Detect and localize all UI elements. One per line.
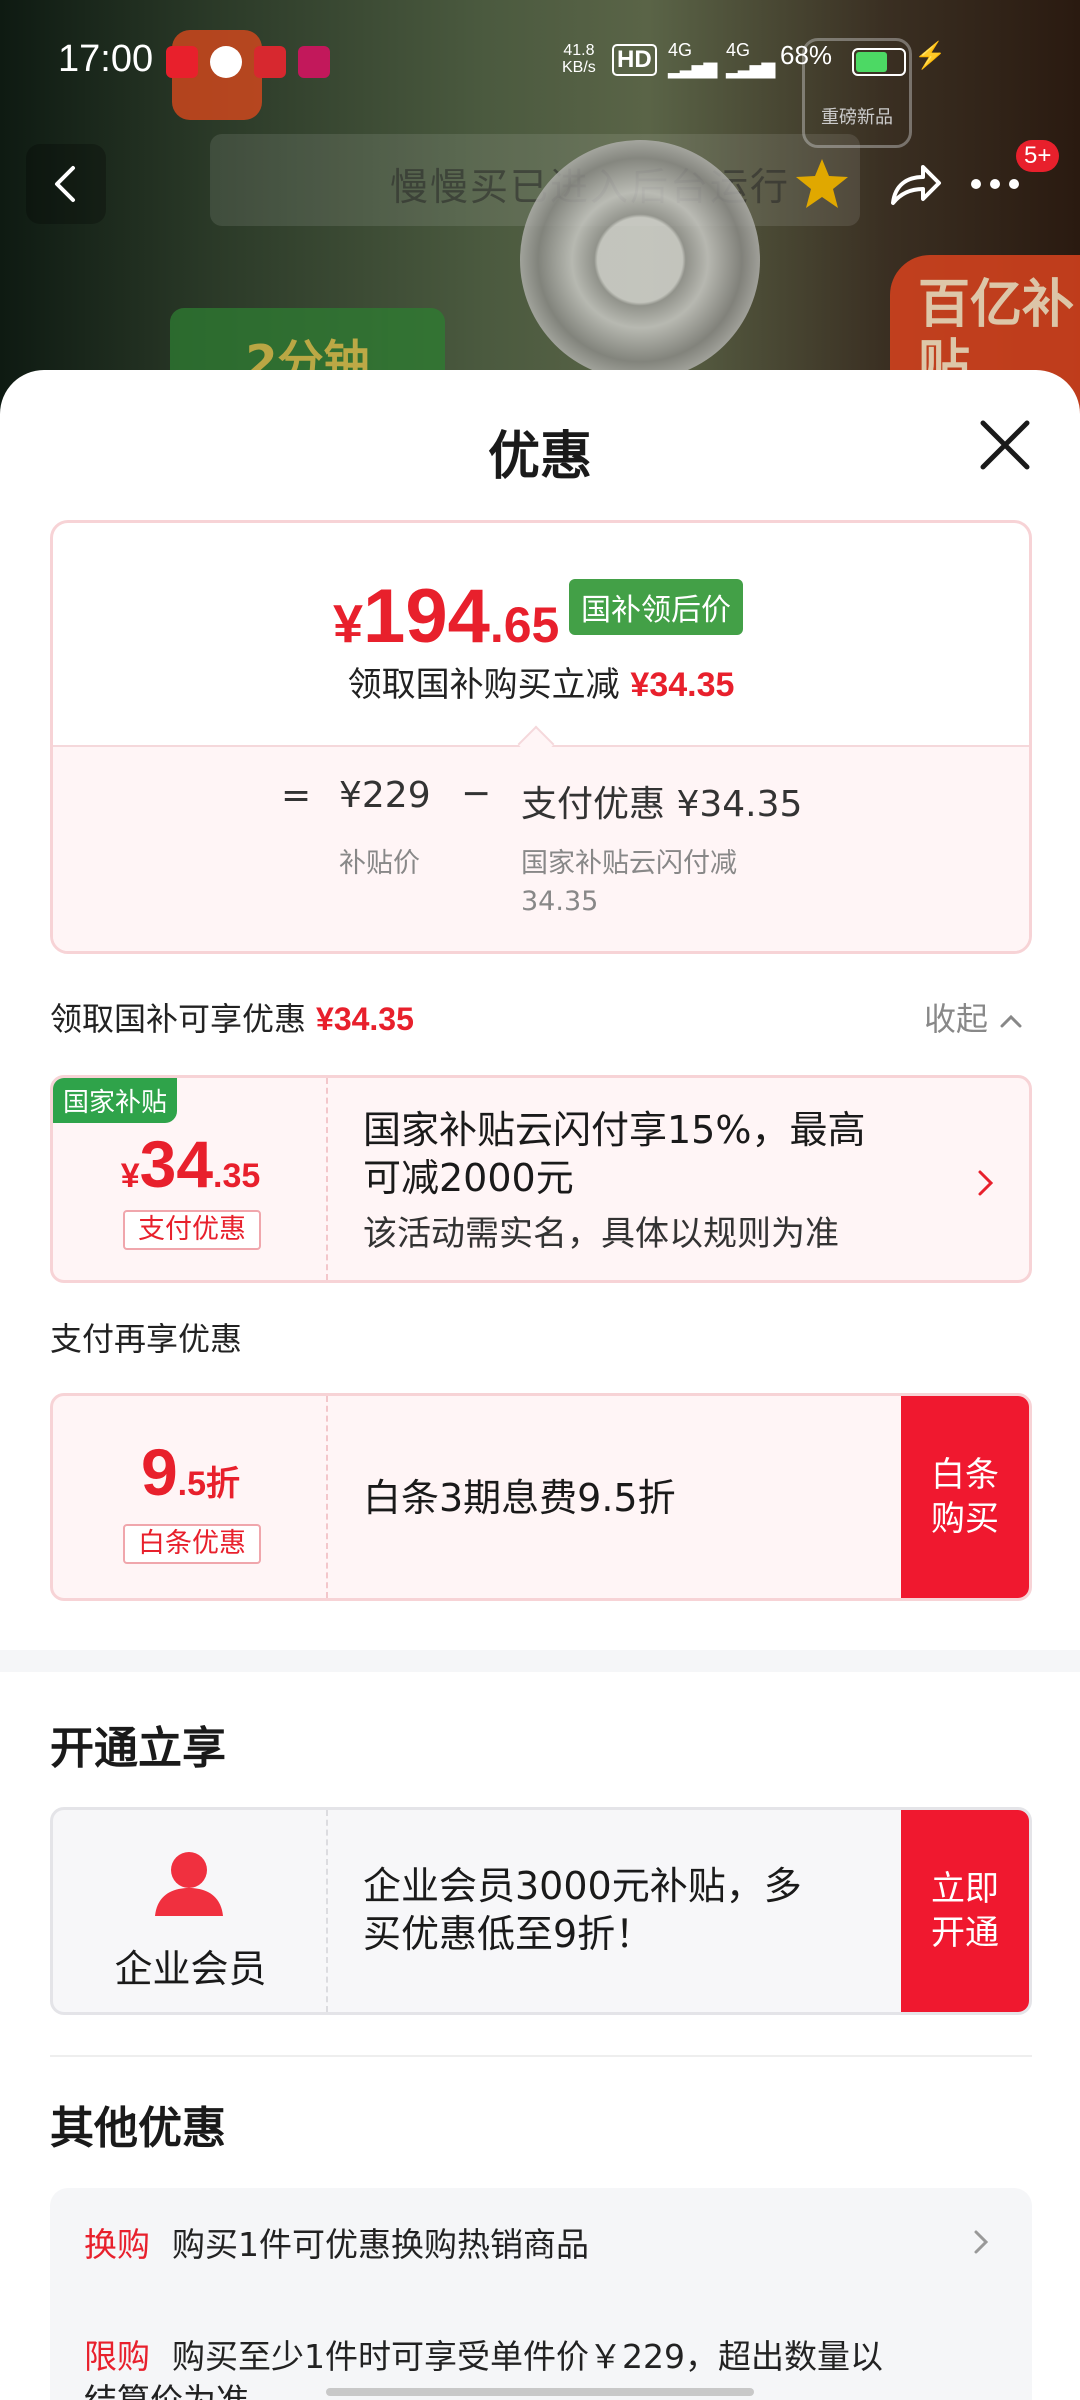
reduction-text: 领取国补购买立减: [347, 665, 620, 705]
subsidy-coupon-card[interactable]: 国家补贴 ¥34.35 支付优惠 国家补贴云闪付享15%，最高 可减2000元 …: [50, 1075, 1032, 1283]
reduction-line: 领取国补购买立减 ¥34.35: [53, 657, 1029, 706]
collapse-button[interactable]: 收起: [924, 994, 1024, 1040]
national-subsidy-flag: 国家补贴: [53, 1078, 178, 1123]
notification-badge: 5+: [1016, 140, 1060, 172]
discount-label: 国家补贴云闪付减: [521, 848, 737, 879]
app-notification-icon: [166, 46, 198, 78]
cta-line: 白条: [931, 1455, 999, 1495]
enterprise-member-card: 企业会员 企业会员3000元补贴，多 买优惠低至9折！ 立即 开通: [50, 1807, 1032, 2015]
equals-sign: =: [281, 775, 312, 816]
coupon-amount-dec: .35: [213, 1157, 261, 1195]
battery-percent: 68%: [780, 40, 833, 70]
sheet-title: 优惠: [487, 427, 592, 487]
coupon-amount-currency: ¥: [120, 1157, 140, 1195]
other-discounts-title: 其他优惠: [50, 2103, 226, 2154]
final-price-dec: .65: [489, 597, 560, 653]
more-dots-icon: [971, 179, 1019, 189]
coupon-type-tag: 白条优惠: [123, 1524, 261, 1564]
member-description-line: 买优惠低至9折！: [363, 1912, 654, 1956]
member-description: 企业会员3000元补贴，多 买优惠低至9折！: [363, 1862, 802, 1958]
base-price: ¥229: [339, 775, 431, 816]
share-icon: [891, 165, 941, 205]
coupon-amount: ¥34.35: [53, 1126, 328, 1202]
price-summary-card: ¥194.65 国补领后价 领取国补购买立减 ¥34.35 = ¥229 − 支…: [50, 520, 1032, 954]
coupon-amount-int: 34: [139, 1127, 214, 1201]
signal-bars-1-icon: ▂▃▅▆: [668, 58, 717, 78]
row-key: 换购: [84, 2225, 150, 2264]
row-text: 购买1件可优惠换购热销商品: [172, 2225, 589, 2264]
payment-discount: 支付优惠 ¥34.35: [521, 784, 803, 825]
trade-in-row[interactable]: 换购 购买1件可优惠换购热销商品: [84, 2218, 589, 2266]
close-icon: [980, 420, 1030, 470]
member-description-line: 企业会员3000元补贴，多: [363, 1864, 802, 1908]
baitiao-coupon-card: 9.5折 白条优惠 白条3期息费9.5折 白条 购买: [50, 1393, 1032, 1601]
final-price-currency: ¥: [333, 594, 364, 654]
net-speed-unit: KB/s: [562, 59, 596, 76]
open-section-title: 开通立享: [50, 1723, 226, 1774]
chevron-up-icon: [1000, 1014, 1022, 1028]
baitiao-description: 白条3期息费9.5折: [363, 1476, 676, 1520]
cta-line: 立即: [931, 1869, 999, 1909]
close-button[interactable]: [975, 415, 1035, 475]
final-price-int: 194: [363, 574, 490, 659]
coupon-description: 国家补贴云闪付享15%，最高 可减2000元: [363, 1106, 865, 1202]
reduction-amount: ¥34.35: [630, 666, 735, 704]
collapse-label: 收起: [924, 1000, 989, 1038]
status-bar: 17:00 41.8 KB/s HD 4G ▂▃▅▆ 4G ▂▃▅▆ 68% ⚡: [0, 0, 1080, 120]
coupon-description-line: 可减2000元: [363, 1156, 574, 1200]
subsidy-section-text: 领取国补可享优惠: [50, 1000, 307, 1038]
net-speed-value: 41.8: [563, 42, 595, 59]
app-notification-icon-3: [298, 46, 330, 78]
back-arrow-icon: [55, 166, 75, 202]
baitiao-discount: 9.5折: [53, 1434, 328, 1510]
chevron-right-icon: [974, 2230, 989, 2254]
discount-label-value: 34.35: [521, 886, 599, 917]
net-speed: 41.8 KB/s: [562, 42, 596, 76]
baitiao-discount-dec: .5折: [177, 1465, 241, 1503]
user-icon: [155, 1852, 223, 1916]
message-notification-icon: [210, 46, 242, 78]
back-button[interactable]: [26, 144, 106, 224]
coupon-note: 该活动需实名，具体以规则为准: [363, 1214, 839, 1254]
status-time: 17:00: [58, 38, 154, 80]
purchase-limit-row-cont: 结算价为准: [84, 2374, 249, 2400]
home-indicator[interactable]: [326, 2388, 754, 2396]
coupon-type-tag: 支付优惠: [123, 1210, 261, 1250]
share-button[interactable]: [875, 144, 955, 224]
chevron-right-icon: [978, 1170, 994, 1196]
row-key: 限购: [84, 2337, 150, 2376]
app-notification-icon-2: [254, 46, 286, 78]
star-icon: [796, 159, 848, 208]
final-price: ¥194.65: [333, 573, 559, 660]
signal-bars-2-icon: ▂▃▅▆: [726, 58, 775, 78]
member-name: 企业会员: [114, 1947, 267, 1991]
section-divider: [0, 1650, 1080, 1672]
base-price-label: 补贴价: [339, 848, 420, 879]
cta-line: 开通: [931, 1913, 999, 1953]
hd-icon: HD: [612, 44, 657, 76]
cta-line: 购买: [931, 1499, 999, 1539]
coupon-description-line: 国家补贴云闪付享15%，最高: [363, 1108, 866, 1152]
divider-line: [50, 2055, 1032, 2057]
charging-icon: ⚡: [914, 40, 947, 70]
minus-sign: −: [461, 773, 492, 814]
purchase-limit-row: 限购 购买至少1件时可享受单件价￥229，超出数量以: [84, 2330, 883, 2378]
subsidy-price-tag: 国补领后价: [569, 579, 743, 635]
product-image-fan: [520, 140, 760, 380]
payment-section-label: 支付再享优惠: [50, 1320, 243, 1358]
battery-icon: [852, 48, 906, 76]
row-text: 购买至少1件时可享受单件价￥229，超出数量以: [172, 2337, 883, 2376]
subsidy-section-label: 领取国补可享优惠 ¥34.35: [50, 994, 414, 1040]
favorite-button[interactable]: [782, 144, 862, 224]
open-membership-button[interactable]: 立即 开通: [901, 1810, 1029, 2012]
baitiao-buy-button[interactable]: 白条 购买: [901, 1396, 1029, 1598]
subsidy-section-amount: ¥34.35: [316, 1001, 414, 1037]
baitiao-discount-int: 9: [140, 1435, 178, 1509]
